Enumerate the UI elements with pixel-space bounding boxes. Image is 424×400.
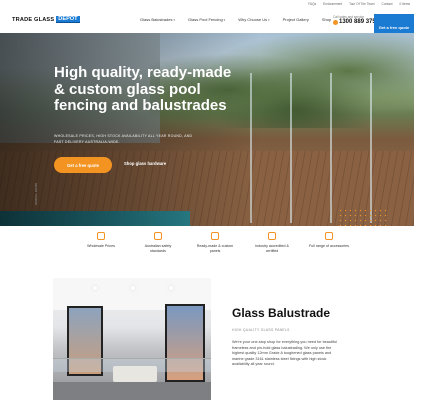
photo-floor — [53, 382, 211, 400]
ceiling-light — [169, 286, 173, 290]
logo-text-badge: DEPOT — [56, 16, 80, 23]
hero-heading: High quality, ready-made & custom glass … — [54, 64, 232, 114]
phone-number: 1300 889 375 — [333, 19, 376, 25]
logo-text-primary: TRADE GLASS — [12, 16, 55, 23]
balustrade-photo — [53, 278, 211, 400]
box-icon — [325, 232, 333, 240]
shop-hardware-link[interactable]: Shop glass hardware — [124, 161, 166, 166]
utility-link-faqs[interactable]: FAQs — [308, 2, 316, 6]
section-title: Glass Balustrade — [232, 306, 331, 320]
balustrade-section: Glass Balustrade HIGH QUALITY GLASS PANE… — [232, 306, 342, 368]
phone-block[interactable]: Call sales and service 1300 889 375 — [333, 15, 376, 25]
hero-banner: High quality, ready-made & custom glass … — [0, 33, 414, 226]
glass-post — [330, 73, 332, 223]
utility-link-endorsement[interactable]: Endorsement — [323, 2, 342, 6]
nav-item-why-choose-us[interactable]: Why Choose Us▾ — [238, 17, 269, 22]
chevron-down-icon: ▾ — [173, 18, 175, 22]
feature-label: Full range of accessories — [309, 244, 349, 248]
utility-link-tour[interactable]: Tour Of The Team — [349, 2, 374, 6]
tag-icon — [97, 232, 105, 240]
panel-icon — [211, 232, 219, 240]
shield-icon — [154, 232, 162, 240]
section-body: We're your one-stop shop for everything … — [232, 340, 337, 366]
feature-label: Australian safety standards — [144, 244, 172, 253]
hero-shade — [0, 33, 260, 226]
feature-item: Ready-made & custom panels — [194, 226, 236, 266]
cart-link[interactable]: 0 Items — [400, 2, 410, 6]
nav-item-project-gallery[interactable]: Project Gallery — [283, 17, 309, 22]
hero-quote-button[interactable]: Get a free quote — [54, 157, 112, 173]
section-kicker: HIGH QUALITY GLASS PANELS — [232, 328, 290, 332]
feature-item: Australian safety standards — [137, 226, 179, 266]
phone-number-text: 1300 889 375 — [339, 19, 376, 25]
feature-item: Wholesale Prices — [80, 226, 122, 266]
certificate-icon — [268, 232, 276, 240]
site-logo[interactable]: TRADE GLASS DEPOT — [12, 16, 80, 23]
glass-post — [290, 73, 292, 223]
feature-item: Full range of accessories — [308, 226, 350, 266]
feature-item: Industry accredited & certified — [251, 226, 293, 266]
main-nav: Glass Balustrades▾ Glass Pool Fencing▾ W… — [140, 17, 331, 22]
nav-label: Why Choose Us — [238, 17, 268, 22]
chevron-down-icon: ▾ — [223, 18, 226, 22]
nav-item-shop[interactable]: Shop — [322, 17, 331, 22]
nav-label: Glass Pool Fencing — [187, 17, 223, 22]
photo-sofa — [113, 366, 157, 382]
feature-list: Wholesale Prices Australian safety stand… — [80, 226, 350, 266]
ceiling-light — [131, 286, 135, 290]
nav-label: Glass Balustrades — [140, 17, 173, 22]
chevron-down-icon: ▾ — [268, 18, 270, 22]
feature-label: Industry accredited & certified — [255, 244, 289, 253]
phone-icon — [333, 19, 338, 25]
nav-item-glass-pool-fencing[interactable]: Glass Pool Fencing▾ — [188, 17, 225, 22]
dot-pattern-decoration — [338, 208, 390, 226]
scroll-indicator: SCROLL DOWN — [34, 182, 38, 205]
feature-label: Wholesale Prices — [87, 244, 115, 248]
nav-item-glass-balustrades[interactable]: Glass Balustrades▾ — [140, 17, 175, 22]
feature-label: Ready-made & custom panels — [196, 244, 234, 253]
utility-link-contact[interactable]: Contact — [382, 2, 393, 6]
hero-subheading: WHOLESALE PRICES, HIGH STOCK AVAILABILIT… — [54, 134, 193, 144]
glass-post — [370, 73, 372, 223]
utility-bar: FAQs Endorsement Tour Of The Team Contac… — [0, 0, 424, 7]
ceiling-light — [93, 286, 97, 290]
site-header: TRADE GLASS DEPOT Glass Balustrades▾ Gla… — [0, 7, 424, 40]
